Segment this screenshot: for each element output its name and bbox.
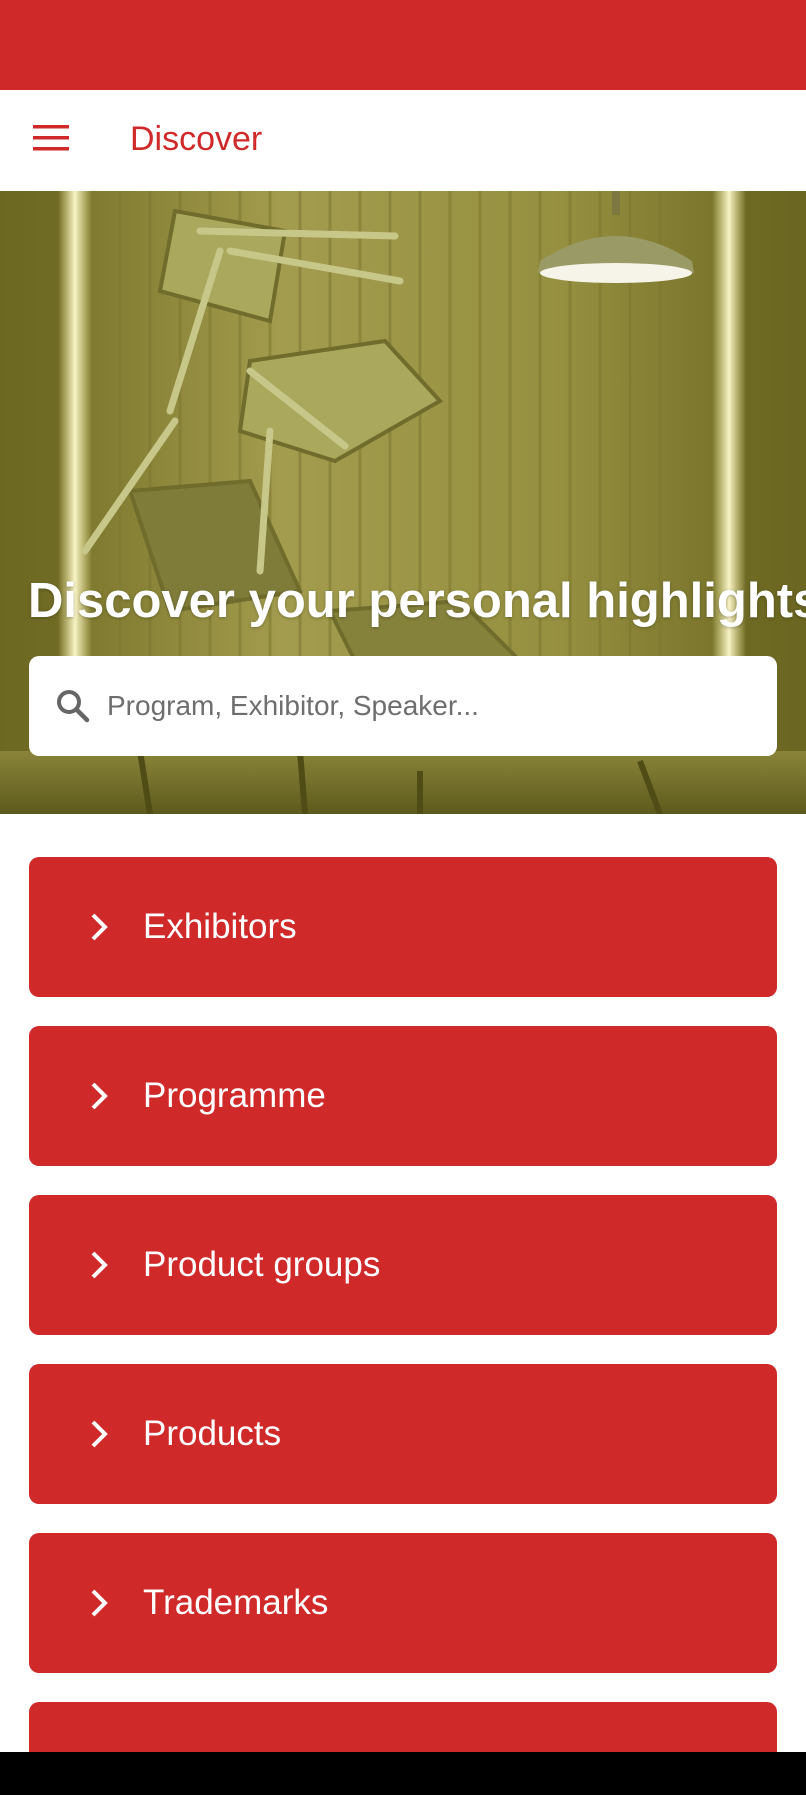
search-bar[interactable] [29,656,777,756]
nav-item-exhibitors[interactable]: Exhibitors [29,857,777,997]
menu-button[interactable] [24,111,78,165]
chevron-right-icon [91,1251,108,1279]
nav-item-label: Product groups [143,1245,381,1284]
nav-item-label: Products [143,1414,282,1453]
nav-item-product-groups[interactable]: Product groups [29,1195,777,1335]
nav-item-label: Programme [143,1076,326,1115]
search-icon [57,690,90,723]
search-input[interactable] [107,678,747,734]
chevron-right-icon [91,1589,108,1617]
app-bar: Discover [0,90,806,191]
chevron-right-icon [91,1082,108,1110]
hamburger-menu-icon [33,125,69,151]
nav-item-label: Exhibitors [143,907,297,946]
page-title: Discover [130,120,263,158]
chevron-right-icon [91,1420,108,1448]
discover-nav-list: Exhibitors Programme Product groups Prod… [29,857,777,1762]
system-navigation-bar [0,1752,806,1795]
hero-banner: Discover your personal highlights [0,191,806,814]
status-bar [0,0,806,90]
hero-headline: Discover your personal highlights [28,574,806,628]
nav-item-trademarks[interactable]: Trademarks [29,1533,777,1673]
nav-item-programme[interactable]: Programme [29,1026,777,1166]
nav-item-label: Trademarks [143,1583,329,1622]
chevron-right-icon [91,913,108,941]
nav-item-products[interactable]: Products [29,1364,777,1504]
